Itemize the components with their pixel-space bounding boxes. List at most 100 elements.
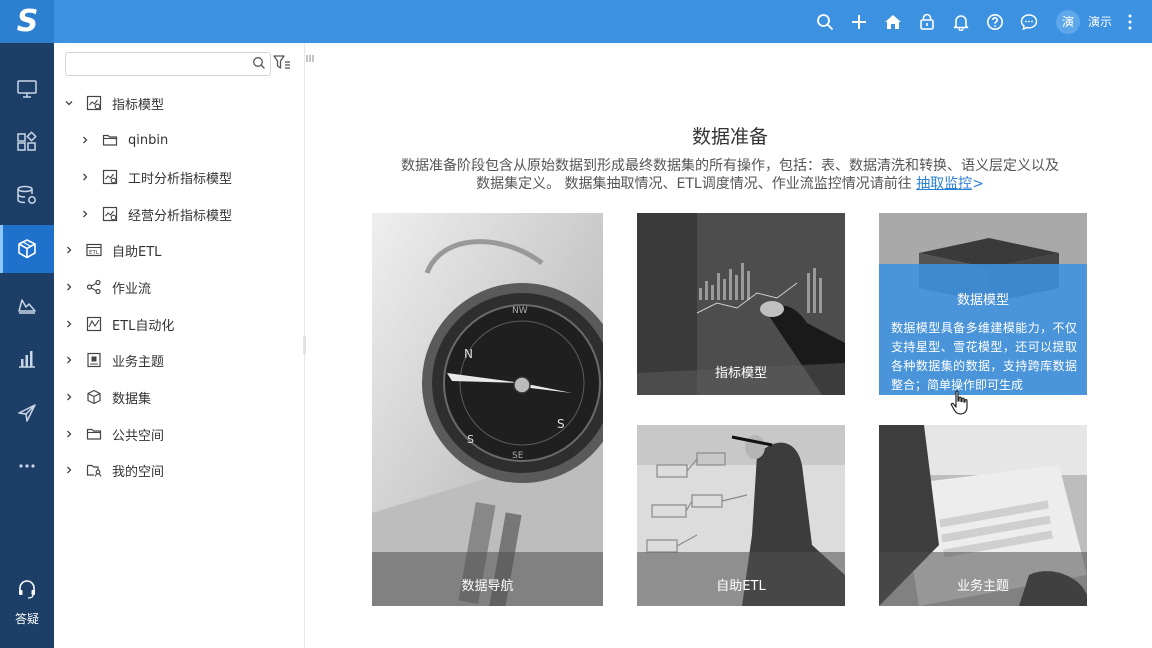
plus-icon[interactable] [842,0,876,43]
help-icon[interactable] [978,0,1012,43]
tree-item-my-space[interactable]: 我的空间 [62,458,164,482]
card-title: 数据模型 [956,293,1009,308]
filter-icon[interactable] [273,55,291,71]
card-business-topic[interactable]: 业务主题 [879,425,1087,606]
card-label: 业务主题 [956,579,1009,594]
nav-database-settings[interactable] [0,171,54,219]
desc-line-2: 数据集定义。 数据集抽取情况、ETL调度情况、作业流监控情况请前往 [476,176,917,192]
chevron-right-icon[interactable] [62,280,76,294]
chevron-right-icon[interactable] [62,427,76,441]
card-data-navigation[interactable]: N S NW S SE 数据导航 [372,213,603,606]
dataset-icon [87,389,101,405]
tree-item-dataset[interactable]: 数据集 [62,385,151,409]
card-data-model[interactable]: 数据模型 数据模型具备多维建模能力，不仅支持星型、雪花模型，还可以提取各种数据集… [879,213,1087,395]
tree-search-input[interactable] [70,53,250,75]
layers-icon [18,299,36,314]
chevron-right-icon[interactable] [62,353,76,367]
headset-icon [19,580,35,599]
tree-item-public-space[interactable]: 公共空间 [62,422,164,446]
tree-item-label: qinbin [128,132,169,148]
etl-icon: ETL [86,243,102,257]
svg-text:S: S [467,433,474,446]
svg-text:NW: NW [512,306,528,316]
extract-monitor-link[interactable]: 抽取监控 [916,176,972,192]
chevron-right-icon[interactable] [62,463,76,477]
desc-line-1: 数据准备阶段包含从原始数据到形成最终数据集的所有操作，包括：表、数据清洗和转换、… [401,158,1059,174]
card-label: 自助ETL [716,579,766,594]
card-self-etl[interactable]: 自助ETL [637,425,845,606]
collapse-panel-icon[interactable] [305,52,315,66]
metric-model-icon [102,169,118,185]
more-vertical-icon[interactable] [1118,0,1142,43]
avatar[interactable]: 演 [1055,9,1080,34]
panel-splitter[interactable] [303,336,306,354]
svg-text:S: S [557,417,565,431]
nav-more[interactable] [0,442,54,490]
tree-search-box [65,52,271,76]
chevron-right-icon[interactable] [62,243,76,257]
top-bar: S 演 演示 [0,0,1152,43]
top-actions: 演 演示 [808,0,1142,43]
nav-cube[interactable] [0,225,54,273]
etl-automation-icon [86,316,102,332]
nav-layers[interactable] [0,280,54,328]
svg-text:N: N [464,347,473,361]
folder-icon [102,134,118,146]
compass-image: N S NW S SE [372,213,603,606]
tree-item-label: 指标模型 [112,97,165,113]
card-label: 指标模型 [714,366,767,381]
page-title: 数据准备 [691,126,768,148]
card-metric-model[interactable]: 指标模型 [637,213,845,395]
message-icon[interactable] [1012,0,1046,43]
chevron-down-icon[interactable] [62,96,76,110]
folder-icon [86,428,102,440]
search-icon[interactable] [252,56,266,70]
business-topic-icon [87,352,101,368]
tree-item-label: 自助ETL [112,244,162,260]
home-icon[interactable] [876,0,910,43]
chevron-right-icon[interactable] [78,170,92,184]
search-icon[interactable] [808,0,842,43]
tree-item-qinbin[interactable]: qinbin [78,128,168,152]
svg-text:ETL: ETL [89,250,100,256]
tree-item-business-metric-model[interactable]: 经营分析指标模型 [78,202,232,226]
chevron-right-icon[interactable] [62,317,76,331]
resource-tree-panel: 指标模型 qinbin 工时分析指标模型 经营分析指标模型 ETL 自助ETL … [54,43,305,648]
nav-monitor[interactable] [0,65,54,113]
app-logo[interactable]: S [0,0,54,43]
help-center[interactable]: 答疑 [0,578,54,627]
metric-model-icon [102,206,118,222]
bell-icon[interactable] [944,0,978,43]
workflow-icon [86,279,101,295]
tree-item-label: 经营分析指标模型 [128,208,233,224]
nav-bar-chart[interactable] [0,335,54,383]
chevron-right-icon[interactable] [62,390,76,404]
page-description: 数据准备阶段包含从原始数据到形成最终数据集的所有操作，包括：表、数据清洗和转换、… [370,157,1090,193]
nav-send[interactable] [0,389,54,437]
tree-item-label: 业务主题 [112,354,165,370]
user-name[interactable]: 演示 [1088,13,1112,30]
svg-text:SE: SE [512,451,524,461]
tree-item-self-etl[interactable]: ETL 自助ETL [62,238,161,262]
tree-item-label: 公共空间 [112,428,165,444]
tree-item-etl-automation[interactable]: ETL自动化 [62,312,174,336]
tree-item-business-topic[interactable]: 业务主题 [62,348,164,372]
tree-item-workflow[interactable]: 作业流 [62,275,151,299]
chevron-right-icon[interactable] [78,207,92,221]
tree-item-label: 我的空间 [112,464,165,480]
tree-item-label: 工时分析指标模型 [128,171,233,187]
tree-item-label: 数据集 [112,391,152,407]
grid-icon [17,131,37,151]
monitor-icon [17,80,37,98]
tree-item-work-hour-metric-model[interactable]: 工时分析指标模型 [78,165,232,189]
cube-icon [18,239,36,259]
hand-cursor-icon [950,390,968,415]
card-description: 数据模型具备多维建模能力，不仅支持星型、雪花模型，还可以提取各种数据集的数据，支… [891,321,1077,392]
help-label: 答疑 [14,612,39,626]
tree-item-label: ETL自动化 [112,318,175,334]
card-label: 数据导航 [461,579,514,594]
tree-item-metric-model[interactable]: 指标模型 [62,91,164,115]
chevron-right-icon[interactable] [78,133,92,147]
nav-grid[interactable] [0,118,54,166]
lock-icon[interactable] [910,0,944,43]
